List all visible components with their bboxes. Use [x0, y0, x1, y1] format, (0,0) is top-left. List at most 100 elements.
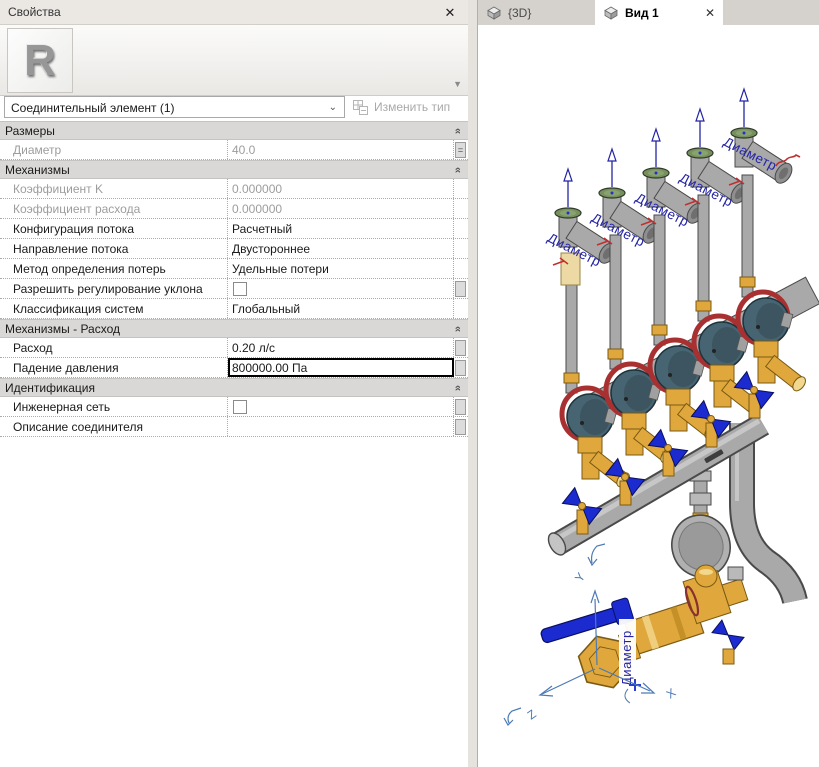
section-label: Идентификация [5, 381, 95, 395]
property-label: Конфигурация потока [0, 219, 228, 238]
type-selector-value: Соединительный элемент (1) [11, 101, 175, 115]
row-mini-button[interactable] [455, 340, 466, 356]
property-row: Разрешить регулирование уклона [0, 279, 468, 299]
axis-x-label: X [664, 685, 679, 701]
type-selector-row: Соединительный элемент (1) ⌄ Изменить ти… [0, 96, 468, 120]
axis-z-label: Z [525, 707, 539, 723]
property-value[interactable]: 0.20 л/с [228, 338, 454, 357]
property-value[interactable]: Глобальный [228, 299, 454, 318]
property-row: Конфигурация потокаРасчетный [0, 219, 468, 239]
property-label: Направление потока [0, 239, 228, 258]
property-value[interactable] [228, 397, 454, 416]
edit-type-icon [352, 99, 369, 116]
checkbox[interactable] [233, 400, 247, 414]
property-label: Метод определения потерь [0, 259, 228, 278]
3d-view-icon [603, 6, 619, 20]
section-label: Механизмы [5, 163, 70, 177]
property-label: Описание соединителя [0, 417, 228, 436]
properties-panel: Свойства ✕ R ▼ Соединительный элемент (1… [0, 0, 468, 767]
associate-param-cell [454, 259, 467, 278]
collapse-chevron-icon[interactable]: » [452, 127, 464, 133]
property-value[interactable]: 0.000000 [228, 179, 454, 198]
type-preview-area: R ▼ [0, 25, 468, 96]
view-tab-bar: {3D} Вид 1 ✕ [478, 0, 819, 25]
property-label: Диаметр [0, 140, 228, 159]
collapse-chevron-icon[interactable]: » [452, 166, 464, 172]
associate-param-cell [454, 199, 467, 218]
property-value[interactable]: Удельные потери [228, 259, 454, 278]
associate-param-cell [454, 358, 467, 377]
revit-logo: R [24, 36, 56, 86]
property-value[interactable] [228, 279, 454, 298]
associate-param-cell [454, 299, 467, 318]
checkbox[interactable] [233, 282, 247, 296]
property-value[interactable] [228, 417, 454, 436]
edit-type-button[interactable]: Изменить тип [352, 96, 466, 118]
property-label: Коэффициент K [0, 179, 228, 198]
type-selector-combobox[interactable]: Соединительный элемент (1) ⌄ [4, 96, 345, 118]
view-tab-3d[interactable]: {3D} [478, 0, 595, 25]
section-header[interactable]: Размеры » [0, 121, 468, 140]
drain-valve-handle[interactable] [712, 620, 744, 650]
collapse-chevron-icon[interactable]: » [452, 325, 464, 331]
property-row: Описание соединителя [0, 417, 468, 437]
property-value[interactable]: Двустороннее [228, 239, 454, 258]
family-preview-thumbnail: R [7, 28, 73, 93]
section-header[interactable]: Механизмы » [0, 160, 468, 179]
associate-param-button[interactable]: = [455, 142, 466, 158]
associate-param-cell [454, 179, 467, 198]
row-mini-button[interactable] [455, 281, 466, 297]
view-canvas[interactable]: ДиаметрДиаметрДиаметрДиаметрДиаметрДиаме… [478, 25, 819, 767]
property-row: Диаметр40.0= [0, 140, 468, 160]
row-mini-button[interactable] [455, 399, 466, 415]
property-label: Расход [0, 338, 228, 357]
revit-window: Свойства ✕ R ▼ Соединительный элемент (1… [0, 0, 819, 767]
edit-type-label: Изменить тип [374, 100, 450, 114]
property-row: Расход0.20 л/с [0, 338, 468, 358]
section-header[interactable]: Идентификация » [0, 378, 468, 397]
properties-panel-title: Свойства [0, 0, 468, 25]
view-tab-label: Вид 1 [625, 6, 659, 20]
property-row: Коэффициент расхода0.000000 [0, 199, 468, 219]
view-tab-вид1[interactable]: Вид 1 ✕ [595, 0, 723, 25]
3d-view-icon [486, 6, 502, 20]
property-value[interactable]: Расчетный [228, 219, 454, 238]
property-row: Классификация системГлобальный [0, 299, 468, 319]
collapse-chevron-icon[interactable]: » [452, 384, 464, 390]
property-row: Направление потокаДвустороннее [0, 239, 468, 259]
associate-param-cell [454, 239, 467, 258]
property-label: Разрешить регулирование уклона [0, 279, 228, 298]
associate-param-cell [454, 417, 467, 436]
property-value[interactable]: 800000.00 Па [228, 358, 454, 377]
preview-dropdown-icon[interactable]: ▼ [453, 79, 462, 89]
valve-branch-assembly[interactable] [731, 128, 819, 418]
main-ball-valve[interactable] [538, 565, 748, 688]
axis-y-label: Y [572, 570, 588, 585]
rotate-z-icon [504, 708, 521, 725]
property-label: Инженерная сеть [0, 397, 228, 416]
section-header[interactable]: Механизмы - Расход » [0, 319, 468, 338]
associate-param-cell: = [454, 140, 467, 159]
property-row: Метод определения потерьУдельные потери [0, 259, 468, 279]
property-value[interactable]: 40.0 [228, 140, 454, 159]
associate-param-cell [454, 219, 467, 238]
row-mini-button[interactable] [455, 419, 466, 435]
property-value[interactable]: 0.000000 [228, 199, 454, 218]
property-row: Коэффициент K0.000000 [0, 179, 468, 199]
close-icon[interactable]: ✕ [705, 6, 715, 20]
properties-grid: Размеры » Диаметр40.0= Механизмы » Коэффициен… [0, 121, 468, 437]
chevron-down-icon: ⌄ [329, 97, 337, 119]
property-row: Падение давления800000.00 Па [0, 358, 468, 378]
property-row: Инженерная сеть [0, 397, 468, 417]
row-mini-button[interactable] [455, 360, 466, 376]
property-label: Коэффициент расхода [0, 199, 228, 218]
close-icon[interactable]: ✕ [440, 0, 460, 25]
associate-param-cell [454, 279, 467, 298]
associate-param-cell [454, 338, 467, 357]
section-label: Размеры [5, 124, 55, 138]
rotate-y-icon [588, 544, 605, 565]
panel-splitter[interactable] [468, 0, 478, 767]
section-label: Механизмы - Расход [5, 322, 120, 336]
property-label: Падение давления [0, 358, 228, 377]
view-tab-label: {3D} [508, 6, 531, 20]
